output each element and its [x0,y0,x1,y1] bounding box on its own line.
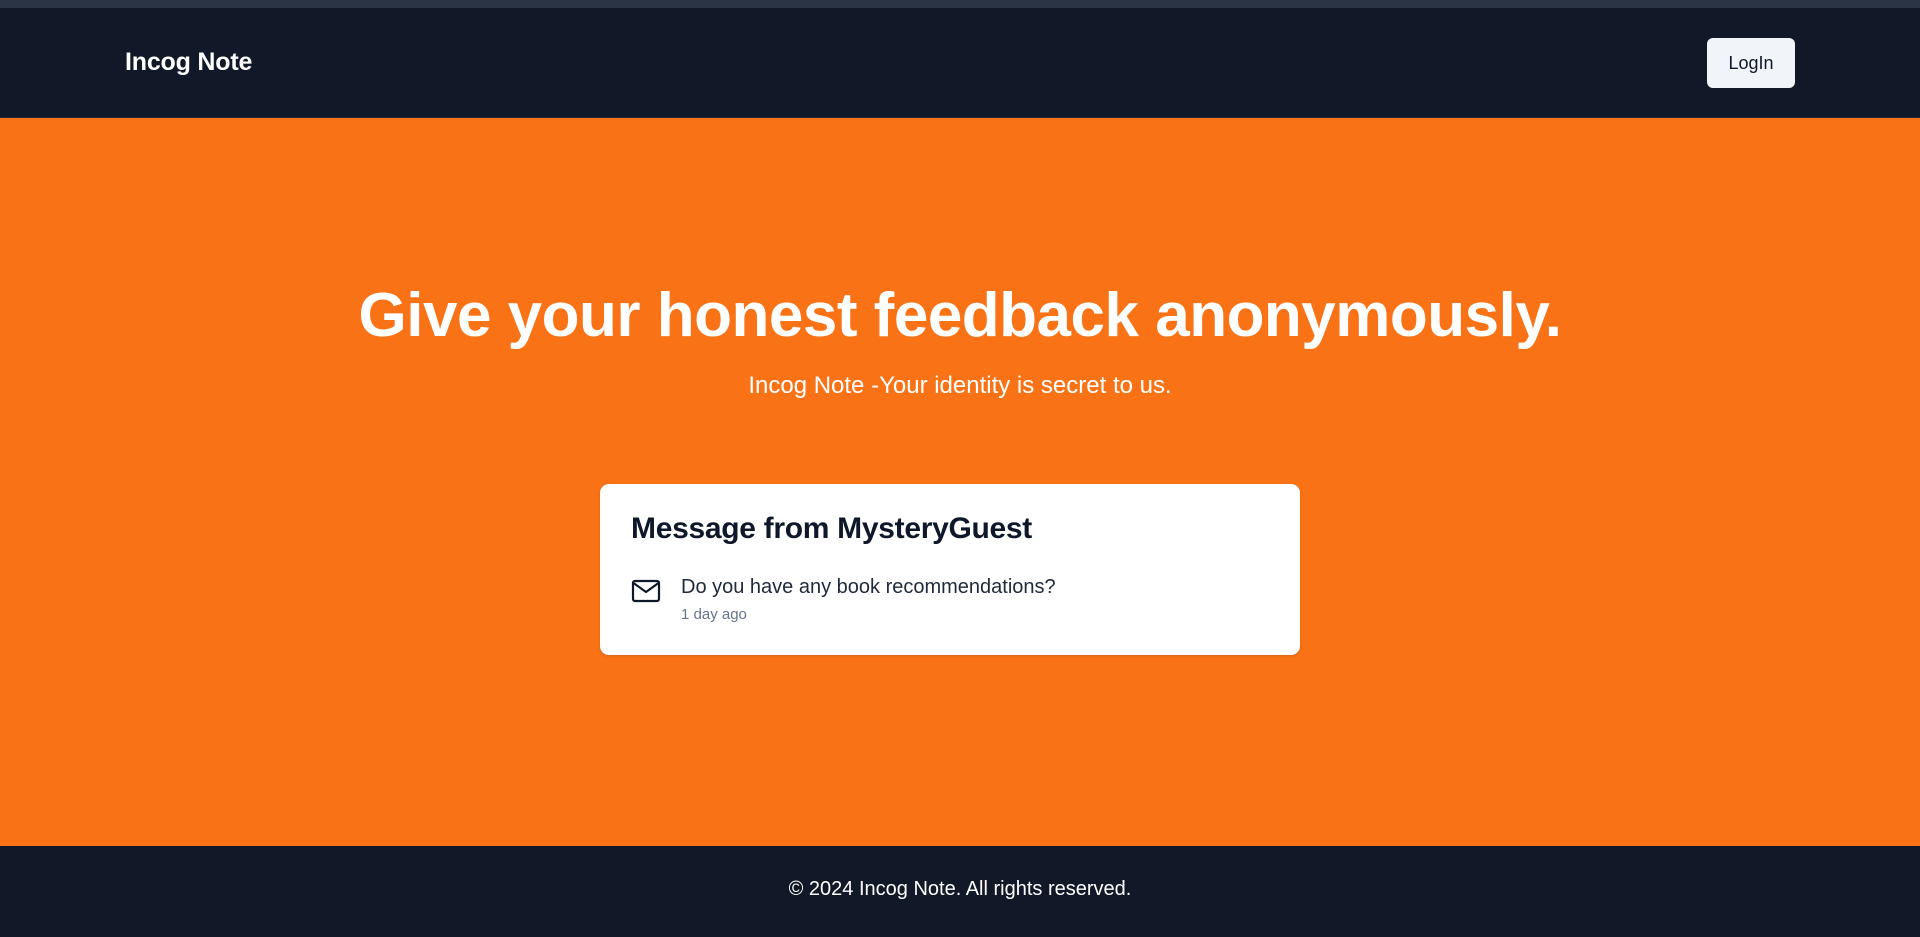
hero-section: Give your honest feedback anonymously. I… [0,118,1920,846]
mail-icon [631,578,661,604]
footer-copyright: © 2024 Incog Note. All rights reserved. [788,878,1132,900]
brand-logo[interactable]: Incog Note [125,48,252,77]
message-timestamp: 1 day ago [681,606,747,623]
message-card: Message from MysteryGuest Do you have an… [600,484,1300,655]
navbar: Incog Note LogIn [0,8,1920,118]
footer: © 2024 Incog Note. All rights reserved. [0,846,1920,937]
login-button[interactable]: LogIn [1707,38,1795,88]
hero-title: Give your honest feedback anonymously. [358,281,1562,350]
hero-subtitle: Incog Note -Your identity is secret to u… [748,372,1172,399]
message-card-title: Message from MysteryGuest [631,512,1032,545]
message-text: Do you have any book recommendations? [681,576,1056,598]
browser-top-strip [0,0,1920,8]
